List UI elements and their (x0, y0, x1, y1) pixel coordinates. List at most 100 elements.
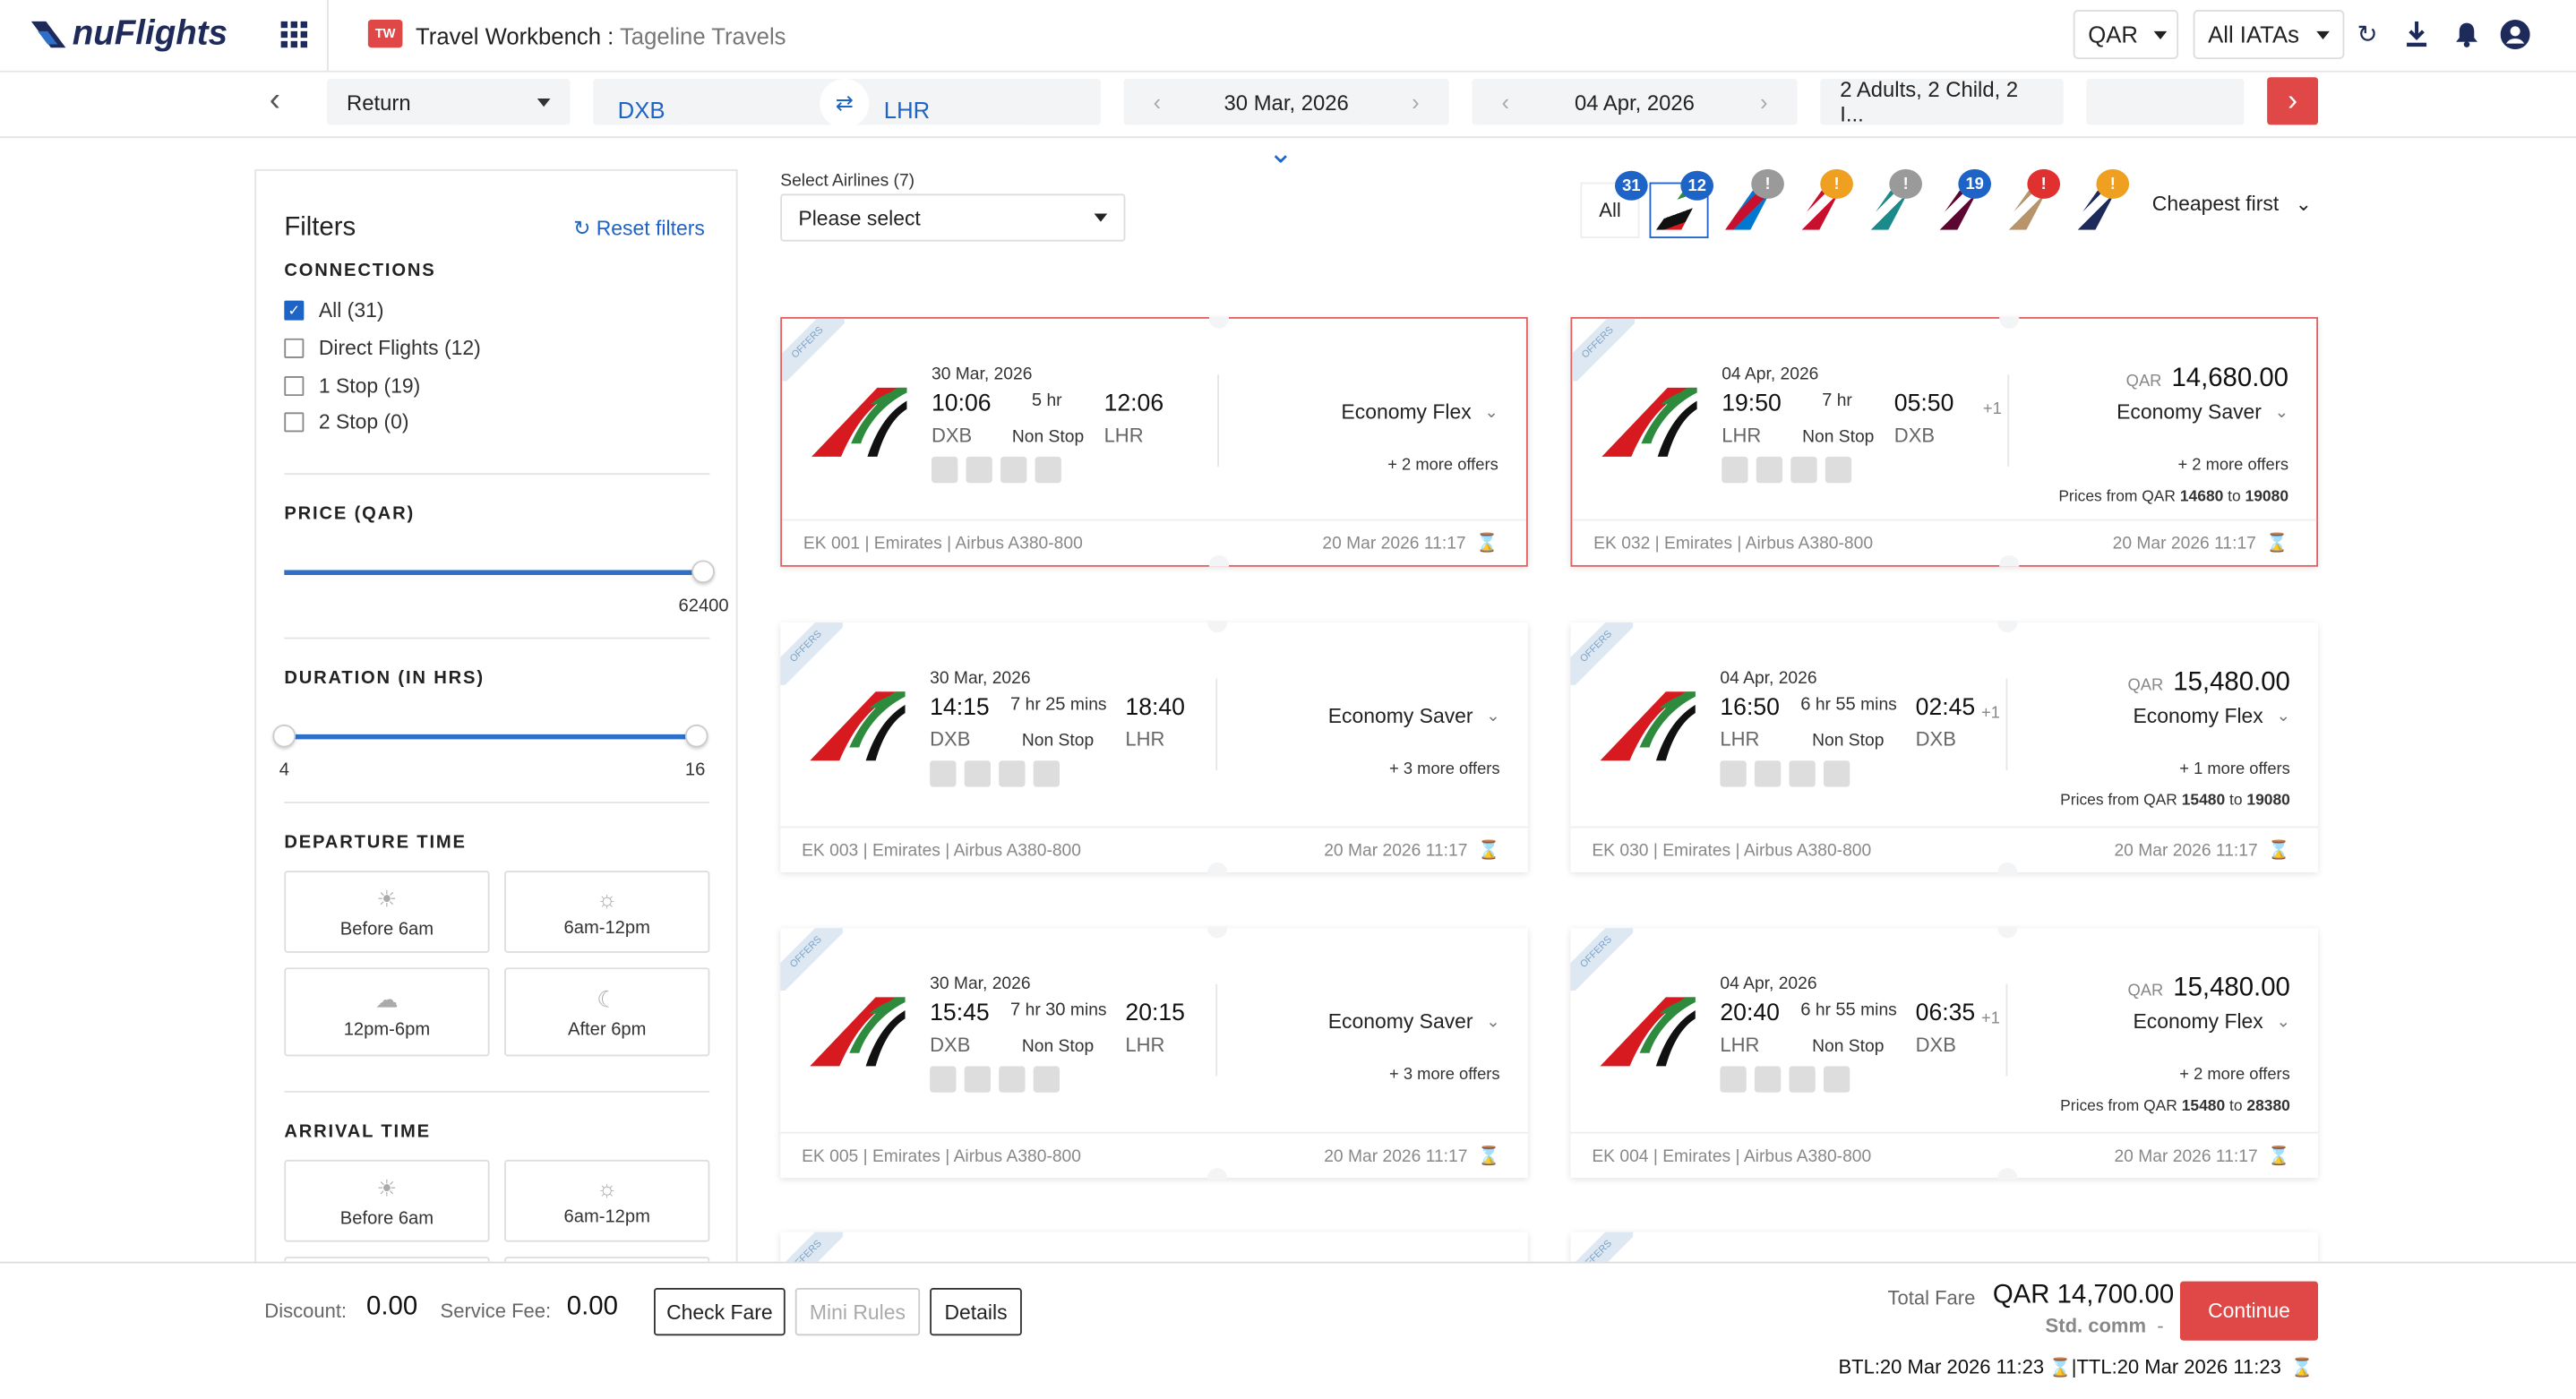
destination-code[interactable]: LHR (884, 97, 930, 123)
emirates-tail-icon (810, 997, 906, 1067)
chevron-down-icon (2154, 30, 2168, 39)
fare-class-select[interactable]: Economy Flex ⌄ (2134, 1010, 2290, 1034)
back-chevron-icon[interactable]: ‹ (270, 82, 280, 120)
download-icon[interactable] (2402, 20, 2432, 49)
connection-1stop-checkbox[interactable]: 1 Stop (19) (284, 374, 420, 398)
flight-card[interactable]: OFFERS 04 Apr, 2026 20:40 6 hr 55 mins 06:35… (1570, 926, 2319, 1180)
airline-tab[interactable]: ! (1995, 168, 2061, 238)
duration-min-handle[interactable] (272, 724, 296, 748)
hourglass-icon: ⌛ (2265, 534, 2289, 554)
airline-tab[interactable]: ! (2064, 168, 2130, 238)
prev-date-icon[interactable]: ‹ (1501, 89, 1509, 115)
fare-class-select[interactable]: Economy Flex ⌄ (1341, 401, 1498, 425)
chevron-down-icon: ⌄ (2276, 1012, 2290, 1031)
airline-tab[interactable]: ! (1719, 168, 1784, 238)
mini-rules-button[interactable]: Mini Rules (794, 1287, 921, 1336)
next-date-icon[interactable]: › (1412, 89, 1420, 115)
return-date-picker[interactable]: ‹ 04 Apr, 2026 › (1472, 79, 1798, 125)
duration-mins: 55 (1835, 1000, 1856, 1021)
connection-label: All (31) (318, 298, 384, 322)
nuflights-logo[interactable]: nuFlights (30, 10, 228, 59)
timestamp: 20 Mar 2026 11:17 ⌛ (1322, 532, 1498, 554)
sort-select[interactable]: Cheapest first ⌄ (2152, 193, 2312, 216)
search-bar: ‹ Return DXB ⇄ LHR ‹ 30 Mar, 2026 › ‹ 04 Ap… (0, 72, 2576, 139)
flight-card[interactable]: OFFERS 30 Mar, 2026 10:06 5 hr 12:06 DXB Non … (780, 316, 1528, 567)
bell-icon[interactable] (2451, 20, 2481, 49)
details-button[interactable]: Details (930, 1287, 1022, 1336)
checkbox-icon (284, 412, 305, 433)
trip-type-select[interactable]: Return (327, 79, 571, 125)
emirates-tail-icon (810, 691, 906, 761)
flight-card[interactable]: OFFERS (780, 1232, 1528, 1295)
fare-class: Economy Flex (2133, 1010, 2263, 1034)
checkbox-icon (284, 376, 305, 397)
more-offers-link[interactable]: + 3 more offers (1389, 760, 1500, 778)
currency-select[interactable]: QAR (2073, 10, 2179, 60)
airline-tab[interactable]: ! (1857, 168, 1922, 238)
airline-tab[interactable]: 12 (1649, 170, 1714, 238)
duration-slider-track[interactable] (284, 734, 699, 740)
connection-2stop-checkbox[interactable]: 2 Stop (0) (284, 411, 409, 433)
arrival-before-6am[interactable]: ☀ Before 6am (284, 1159, 490, 1242)
duration-max-handle[interactable] (684, 724, 708, 748)
duration: 7 hr 30 mins (1010, 1000, 1107, 1021)
iata-select[interactable]: All IATAs (2193, 10, 2345, 60)
flight-card[interactable]: OFFERS 30 Mar, 2026 14:15 7 hr 25 mins 18:40… (780, 621, 1528, 874)
chevron-down-icon: ⌄ (2274, 403, 2289, 422)
workbench-title: Travel Workbench : Tageline Travels (416, 23, 786, 49)
fare-class-select[interactable]: Economy Saver ⌄ (1328, 1010, 1500, 1034)
more-offers-link[interactable]: + 1 more offers (2179, 760, 2290, 778)
prev-date-icon[interactable]: ‹ (1154, 89, 1162, 115)
meal-icon (1000, 456, 1027, 484)
check-fare-button[interactable]: Check Fare (654, 1287, 786, 1336)
select-airlines-dropdown[interactable]: Please select (780, 193, 1126, 242)
seat-icon (1756, 456, 1783, 484)
meal-icon (1789, 1066, 1816, 1093)
departure-before-6am[interactable]: ☀ Before 6am (284, 871, 490, 953)
connection-all-checkbox[interactable]: ✓ All (31) (284, 299, 383, 322)
more-offers-link[interactable]: + 2 more offers (2179, 1066, 2290, 1084)
more-offers-link[interactable]: + 2 more offers (1387, 457, 1498, 475)
airline-tab[interactable]: ! (1788, 168, 1853, 238)
depart-date-picker[interactable]: ‹ 30 Mar, 2026 › (1123, 79, 1449, 125)
departure-12pm-6pm[interactable]: ☁ 12pm-6pm (284, 967, 490, 1057)
more-offers-link[interactable]: + 3 more offers (1389, 1066, 1500, 1084)
price-slider-handle[interactable] (691, 560, 715, 584)
refresh-icon[interactable]: ↻ (2353, 20, 2383, 49)
passengers-field[interactable]: 2 Adults, 2 Child, 2 I... (1820, 77, 2064, 126)
destination-code: LHR (1125, 727, 1165, 751)
duration-mins: 55 (1835, 694, 1856, 715)
search-button[interactable]: › (2267, 77, 2319, 125)
reset-filters-button[interactable]: ↻ Reset filters (573, 215, 705, 240)
user-avatar-icon[interactable] (2500, 20, 2530, 50)
expand-search-icon[interactable]: ⌄ (1268, 138, 1293, 167)
timestamp-text: 20 Mar 2026 11:17 (1324, 1146, 1468, 1167)
more-offers-link[interactable]: + 2 more offers (2177, 457, 2288, 475)
arrival-6am-12pm[interactable]: ☼ 6am-12pm (504, 1159, 710, 1242)
next-date-icon[interactable]: › (1760, 89, 1768, 115)
departure-after-6pm[interactable]: ☾ After 6pm (504, 967, 710, 1057)
flight-card[interactable]: OFFERS 30 Mar, 2026 15:45 7 hr 30 mins 20:15… (780, 926, 1528, 1180)
flight-card[interactable]: OFFERS (1570, 1232, 2319, 1295)
airline-tab[interactable]: 19 (1926, 168, 1992, 238)
timestamp-text: 20 Mar 2026 11:17 (2114, 1146, 2258, 1167)
slot-label: After 6pm (567, 1019, 647, 1040)
fare-class-select[interactable]: Economy Saver ⌄ (1328, 705, 1500, 728)
service-fee-value: 0.00 (566, 1292, 618, 1321)
card-footer: EK 001 | Emirates | Airbus A380-800 20 Ma… (782, 519, 1526, 565)
origin-code[interactable]: DXB (618, 97, 665, 123)
fare-class-select[interactable]: Economy Saver ⌄ (2117, 401, 2288, 425)
duration-hours: 7 (1010, 694, 1021, 715)
flight-card[interactable]: OFFERS 04 Apr, 2026 16:50 6 hr 55 mins 02:45… (1570, 621, 2319, 874)
continue-button[interactable]: Continue (2179, 1281, 2319, 1341)
divider (1217, 374, 1219, 467)
extra-field[interactable] (2086, 79, 2245, 125)
airline-tab-all[interactable]: All 31 (1580, 170, 1648, 238)
apps-grid-icon[interactable] (280, 21, 307, 48)
price-slider-track[interactable] (284, 570, 699, 575)
fare-class-select[interactable]: Economy Flex ⌄ (2134, 705, 2290, 728)
departure-6am-12pm[interactable]: ☼ 6am-12pm (504, 871, 710, 953)
flight-card[interactable]: OFFERS 04 Apr, 2026 19:50 7 hr 05:50 +1 LHR No… (1570, 316, 2319, 567)
connection-direct-checkbox[interactable]: Direct Flights (12) (284, 337, 481, 360)
swap-icon[interactable]: ⇄ (820, 79, 870, 129)
